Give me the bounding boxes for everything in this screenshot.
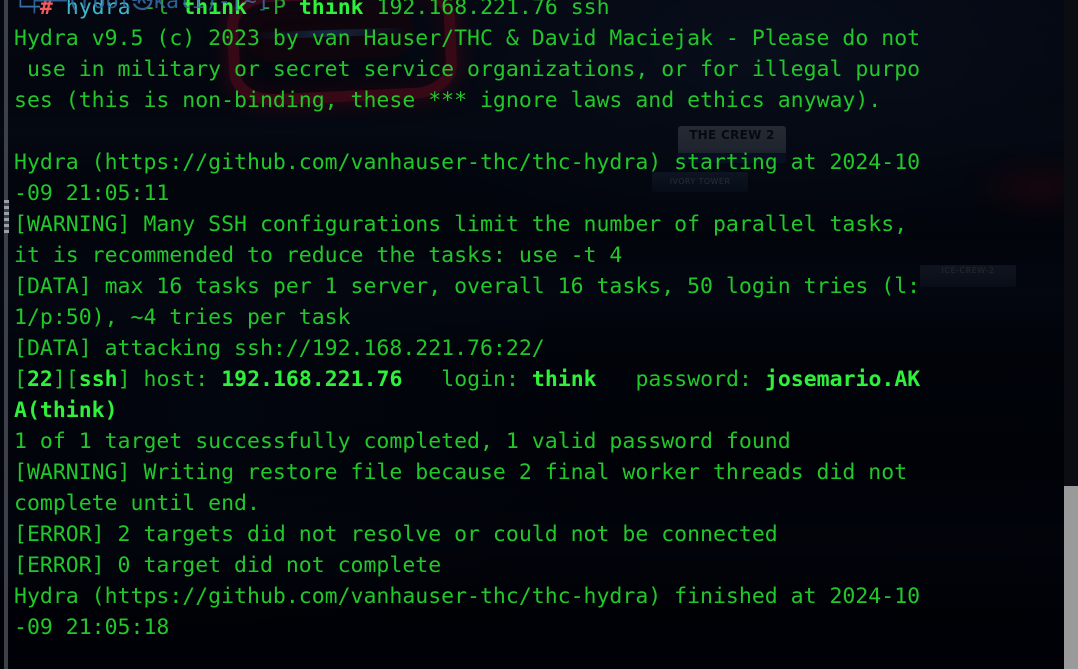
result-password-label: password:: [635, 367, 752, 392]
space-13: [752, 367, 765, 392]
space-11: [519, 367, 532, 392]
left-scrollbar-thumb[interactable]: [4, 200, 9, 233]
output-line-text: 1/p:50), ~4 tries per task: [14, 305, 351, 330]
output-line-warning-restore-cont: complete until end.: [0, 488, 1078, 519]
output-line-text: 1 of 1 target successfully completed, 1 …: [14, 429, 791, 454]
result-password-value: josemario.AK: [764, 367, 921, 392]
output-line: ses (this is non-binding, these *** igno…: [0, 85, 1078, 116]
output-line-text: it is recommended to reduce the tasks: u…: [14, 243, 623, 268]
output-line-error-2: [ERROR] 0 target did not complete: [0, 550, 1078, 581]
command-password-value: think: [298, 0, 364, 20]
right-scrollbar-thumb[interactable]: [1064, 486, 1078, 669]
output-line-warning: [WARNING] Many SSH configurations limit …: [0, 209, 1078, 240]
terminal-output-area[interactable]: ┌──(root㉿kali)-[~] └─# hydra -l think -P…: [0, 0, 1078, 669]
result-host-label: host:: [143, 367, 209, 392]
output-line-data-attacking: [DATA] attacking ssh://192.168.221.76:22…: [0, 333, 1078, 364]
output-line-blank: [0, 116, 1078, 147]
output-line-text: Hydra v9.5 (c) 2023 by van Hauser/THC & …: [14, 26, 921, 51]
terminal-window[interactable]: THE CREW 2 IVORY TOWER ICE-CREW-2 ┌──(ro…: [0, 0, 1078, 669]
output-line-text: Hydra (https://github.com/vanhauser-thc/…: [14, 150, 921, 175]
result-port: 22: [26, 367, 53, 392]
output-line-text: Hydra (https://github.com/vanhauser-thc/…: [14, 584, 921, 609]
output-line-text: -09 21:05:11: [14, 181, 170, 206]
output-line-summary: 1 of 1 target successfully completed, 1 …: [0, 426, 1078, 457]
output-line-finished: Hydra (https://github.com/vanhauser-thc/…: [0, 581, 1078, 612]
result-bracket-close-2: ]: [117, 367, 131, 392]
output-line-warning-restore: [WARNING] Writing restore file because 2…: [0, 457, 1078, 488]
result-host-value: 192.168.221.76: [221, 367, 403, 392]
space-10: [402, 367, 441, 392]
output-line-data-cont: 1/p:50), ~4 tries per task: [0, 302, 1078, 333]
result-password-value-wrap: A(think): [14, 398, 118, 423]
command-target-host: 192.168.221.76: [376, 0, 558, 20]
output-line-text: [DATA] attacking ssh://192.168.221.76:22…: [14, 336, 545, 361]
output-line-text: [WARNING] Many SSH configurations limit …: [14, 212, 908, 237]
output-line: Hydra (https://github.com/vanhauser-thc/…: [0, 147, 1078, 178]
output-line-text: complete until end.: [14, 491, 260, 516]
output-line: Hydra v9.5 (c) 2023 by van Hauser/THC & …: [0, 23, 1078, 54]
output-line-text: use in military or secret service organi…: [14, 57, 921, 82]
result-login-value: think: [531, 367, 597, 392]
space-7: [558, 0, 571, 20]
output-line-text: [ERROR] 0 target did not complete: [14, 553, 442, 578]
space-6: [364, 0, 377, 20]
space-5: [286, 0, 299, 20]
result-bracket-close: ]: [52, 367, 66, 392]
result-bracket-open-2: [: [65, 367, 79, 392]
credential-result-line-wrap: A(think): [0, 395, 1078, 426]
output-line-text: [ERROR] 2 targets did not resolve or cou…: [14, 522, 778, 547]
output-line-finished-cont: -09 21:05:18: [0, 612, 1078, 643]
left-scrollbar-track[interactable]: [4, 0, 8, 669]
space-8: [131, 367, 144, 392]
credential-result-line: [22][ssh] host: 192.168.221.76 login: th…: [0, 364, 1078, 395]
result-service: ssh: [78, 367, 118, 392]
space-12: [597, 367, 636, 392]
command-service: ssh: [570, 0, 610, 20]
output-line: -09 21:05:11: [0, 178, 1078, 209]
previous-prompt-remnant: ┌──(root㉿kali)-[~]: [0, 0, 270, 14]
output-line-error-1: [ERROR] 2 targets did not resolve or cou…: [0, 519, 1078, 550]
output-line-text: -09 21:05:18: [14, 615, 170, 640]
result-login-label: login:: [441, 367, 519, 392]
output-line: use in military or secret service organi…: [0, 54, 1078, 85]
output-line-warning-cont: it is recommended to reduce the tasks: u…: [0, 240, 1078, 271]
output-line-text: [WARNING] Writing restore file because 2…: [14, 460, 908, 485]
output-line-text: [DATA] max 16 tasks per 1 server, overal…: [14, 274, 921, 299]
space-9: [208, 367, 221, 392]
output-line-data: [DATA] max 16 tasks per 1 server, overal…: [0, 271, 1078, 302]
result-bracket-open: [: [14, 367, 27, 392]
previous-prompt-text: ┌──(root㉿kali)-[~]: [28, 0, 270, 14]
output-line-text: ses (this is non-binding, these *** igno…: [14, 88, 882, 113]
